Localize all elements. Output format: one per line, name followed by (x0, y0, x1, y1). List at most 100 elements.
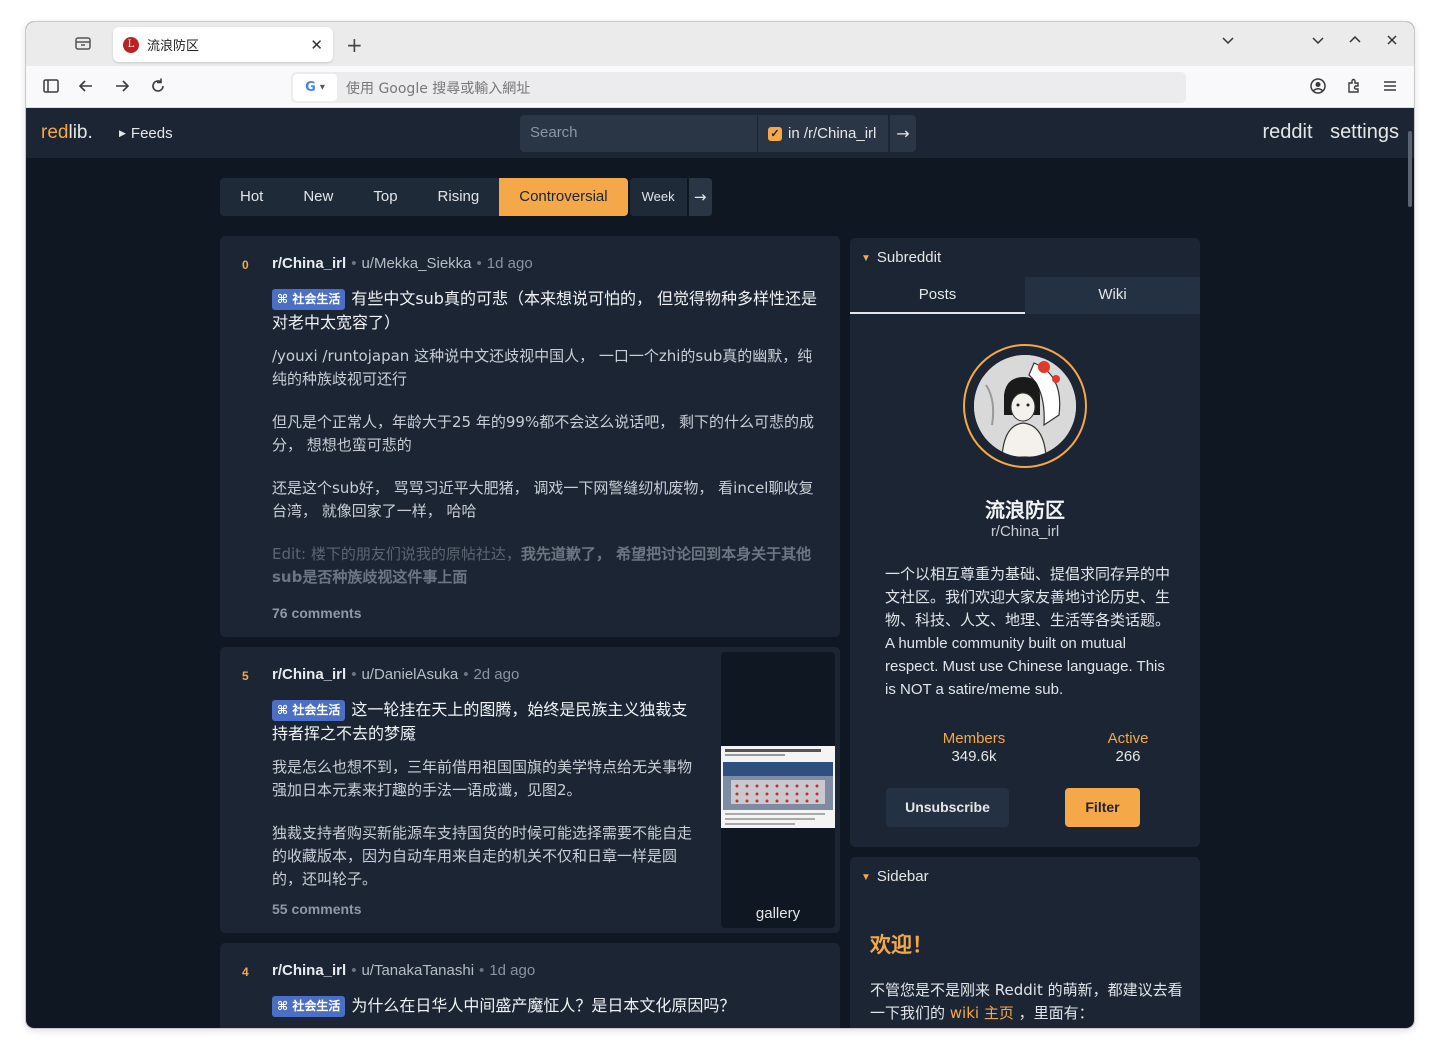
post-thumbnail[interactable]: gallery (721, 652, 835, 928)
post-edit-note: Edit: 楼下的朋友们说我的原帖社达，我先道歉了， 希望把讨论回到本身关于其他… (272, 545, 812, 586)
time-range-select[interactable]: Week (629, 178, 687, 216)
logo-text: lib. (68, 122, 93, 143)
search-engine-selector[interactable]: G ▾ (293, 74, 337, 101)
sort-hot[interactable]: Hot (220, 178, 283, 216)
extensions-icon[interactable] (1345, 77, 1363, 100)
browser-window: L 流浪防区 ✕ + G ▾ 使用 Google 搜尋或輸入網址 redlib.… (26, 22, 1414, 1028)
post-card[interactable]: 4 r/China_irl • u/TanakaTanashi • 1d ago ⌘ 社… (220, 943, 840, 1028)
maximize-icon[interactable] (1348, 33, 1362, 51)
post-subreddit-link[interactable]: r/China_irl (272, 666, 346, 683)
post-score: 5 (242, 669, 249, 683)
subreddit-panel-toggle[interactable]: ▼ Subreddit (861, 249, 941, 266)
page-scrollbar[interactable] (1408, 131, 1412, 207)
members-value: 349.6k (951, 748, 997, 765)
flair-label: 社会生活 (292, 999, 341, 1013)
post-subreddit-link[interactable]: r/China_irl (272, 255, 346, 272)
members-stat: Members 349.6k (914, 730, 1034, 765)
subreddit-panel: ▼ Subreddit Posts Wiki 流浪防区 r/China_irl … (850, 238, 1200, 847)
redlib-logo[interactable]: redlib. (41, 122, 93, 144)
post-subreddit-link[interactable]: r/China_irl (272, 962, 346, 979)
comments-link[interactable]: 76 comments (272, 605, 361, 621)
post-body: 我是怎么也想不到，三年前借用祖国国旗的美学特点给无关事物强加日本元素来打趣的手法… (272, 756, 697, 886)
sidebar-panel-toggle[interactable]: ▼ Sidebar (861, 868, 929, 885)
post-title-text[interactable]: 为什么在日华人中间盛产魔怔人？是日本文化原因吗？ (351, 996, 735, 1015)
forward-icon[interactable] (113, 77, 131, 100)
post-time: 1d ago (489, 962, 536, 979)
sidebar-toggle-icon[interactable] (42, 77, 60, 100)
description-en: A humble community built on mutual respe… (885, 635, 1165, 698)
redlib-favicon-icon: L (123, 36, 139, 53)
subreddit-avatar (963, 344, 1087, 468)
tab-posts[interactable]: Posts (850, 277, 1025, 314)
feeds-label: Feeds (130, 125, 173, 142)
tab-wiki[interactable]: Wiki (1025, 277, 1200, 314)
new-tab-icon[interactable]: + (346, 33, 363, 57)
members-label: Members (942, 730, 1006, 747)
post-card[interactable]: 0 r/China_irl • u/Mekka_Siekka • 1d ago ⌘ 社会… (220, 236, 840, 637)
post-author-link[interactable]: u/Mekka_Siekka (361, 255, 471, 272)
active-value: 266 (1115, 748, 1141, 765)
navigation-bar: G ▾ 使用 Google 搜尋或輸入網址 (26, 66, 1414, 108)
restrict-label: in /r/China_irl (788, 125, 877, 142)
active-label: Active (1107, 730, 1149, 747)
post-flair[interactable]: ⌘ 社会生活 (272, 289, 346, 310)
tab-title: 流浪防区 (147, 39, 200, 54)
settings-link[interactable]: settings (1330, 121, 1399, 143)
search-submit-button[interactable]: → (890, 115, 916, 152)
post-title-text[interactable]: 有些中文sub真的可悲（本来想说可怕的， 但觉得物种多样性还是对老中太宽容了） (272, 289, 817, 332)
description-zh: 一个以相互尊重为基础、提倡求同存异的中文社区。我们欢迎大家友善地讨论历史、生物、… (885, 565, 1171, 629)
list-all-tabs-icon[interactable] (1221, 33, 1235, 51)
wiki-link[interactable]: wiki 主页 (950, 1004, 1014, 1022)
post-paragraph: 但凡是个正常人，年龄大于25 年的99%都不会这么说话吧， 剩下的什么可悲的成分… (272, 413, 814, 454)
thumbnail-image (721, 746, 835, 828)
menu-icon[interactable] (1381, 77, 1399, 100)
post-flair[interactable]: ⌘ 社会生活 (272, 700, 346, 721)
account-icon[interactable] (1309, 77, 1327, 100)
post-author-link[interactable]: u/TanakaTanashi (361, 962, 474, 979)
panel-heading: Sidebar (876, 868, 929, 885)
post-author-link[interactable]: u/DanielAsuka (361, 666, 458, 683)
checkbox-checked-icon[interactable]: ✓ (768, 126, 782, 141)
back-icon[interactable] (77, 77, 95, 100)
filter-button[interactable]: Filter (1065, 788, 1140, 827)
unsubscribe-button[interactable]: Unsubscribe (886, 788, 1009, 827)
browser-tab[interactable]: L 流浪防区 ✕ (113, 27, 333, 62)
feeds-menu[interactable]: ▶ Feeds (119, 125, 173, 142)
url-placeholder[interactable]: 使用 Google 搜尋或輸入網址 (346, 78, 530, 98)
sort-top[interactable]: Top (353, 178, 417, 216)
flair-label: 社会生活 (292, 292, 341, 306)
search-input[interactable]: Search (520, 115, 757, 152)
post-paragraph: 我是怎么也想不到，三年前借用祖国国旗的美学特点给无关事物强加日本元素来打趣的手法… (272, 758, 693, 799)
close-window-icon[interactable] (1385, 33, 1399, 51)
caret-right-icon: ▶ (119, 128, 126, 138)
sort-bar: Hot New Top Rising Controversial Week → (220, 178, 712, 216)
logo-accent-text: red (41, 122, 69, 143)
post-meta: r/China_irl • u/TanakaTanashi • 1d ago (272, 962, 536, 979)
sort-submit-button[interactable]: → (688, 178, 712, 216)
sidebar-panel: ▼ Sidebar 欢迎！ 不管您是不是刚来 Reddit 的萌新，都建议去看一下… (850, 857, 1200, 1028)
restrict-subreddit-toggle[interactable]: ✓ in /r/China_irl (758, 115, 888, 152)
post-title[interactable]: ⌘ 社会生活 为什么在日华人中间盛产魔怔人？是日本文化原因吗？ (272, 994, 827, 1018)
reload-icon[interactable] (149, 77, 167, 100)
post-title[interactable]: ⌘ 社会生活 这一轮挂在天上的图腾，始终是民族主义独裁支持者挥之不去的梦魇 (272, 698, 702, 746)
post-title[interactable]: ⌘ 社会生活 有些中文sub真的可悲（本来想说可怕的， 但觉得物种多样性还是对老中… (272, 287, 827, 335)
flair-label: 社会生活 (292, 703, 341, 717)
sort-controversial[interactable]: Controversial (499, 178, 628, 216)
subreddit-description: 一个以相互尊重为基础、提倡求同存异的中文社区。我们欢迎大家友善地讨论历史、生物、… (885, 563, 1170, 701)
post-card[interactable]: 5 r/China_irl • u/DanielAsuka • 2d ago ⌘ 社会生… (220, 647, 840, 933)
reddit-link[interactable]: reddit (1262, 121, 1312, 143)
minimize-icon[interactable] (1311, 33, 1325, 51)
post-paragraph: 独裁支持者购买新能源车支持国货的时候可能选择需要不能自走的收藏版本，因为自动车用… (272, 824, 693, 886)
tab-bar: L 流浪防区 ✕ + (26, 22, 1414, 66)
address-bar[interactable]: G ▾ 使用 Google 搜尋或輸入網址 (291, 72, 1186, 103)
post-flair[interactable]: ⌘ 社会生活 (272, 996, 346, 1017)
subreddit-tabs: Posts Wiki (850, 277, 1200, 314)
close-tab-icon[interactable]: ✕ (310, 36, 323, 54)
subreddit-name: 流浪防区 (985, 498, 1065, 522)
post-score: 0 (242, 258, 249, 272)
tab-list-icon[interactable] (74, 34, 94, 54)
comments-link[interactable]: 55 comments (272, 901, 361, 917)
sort-new[interactable]: New (283, 178, 353, 216)
post-body: /youxi /runtojapan 这种说中文还歧视中国人， 一口一个zhi的… (272, 345, 822, 595)
sort-rising[interactable]: Rising (418, 178, 500, 216)
